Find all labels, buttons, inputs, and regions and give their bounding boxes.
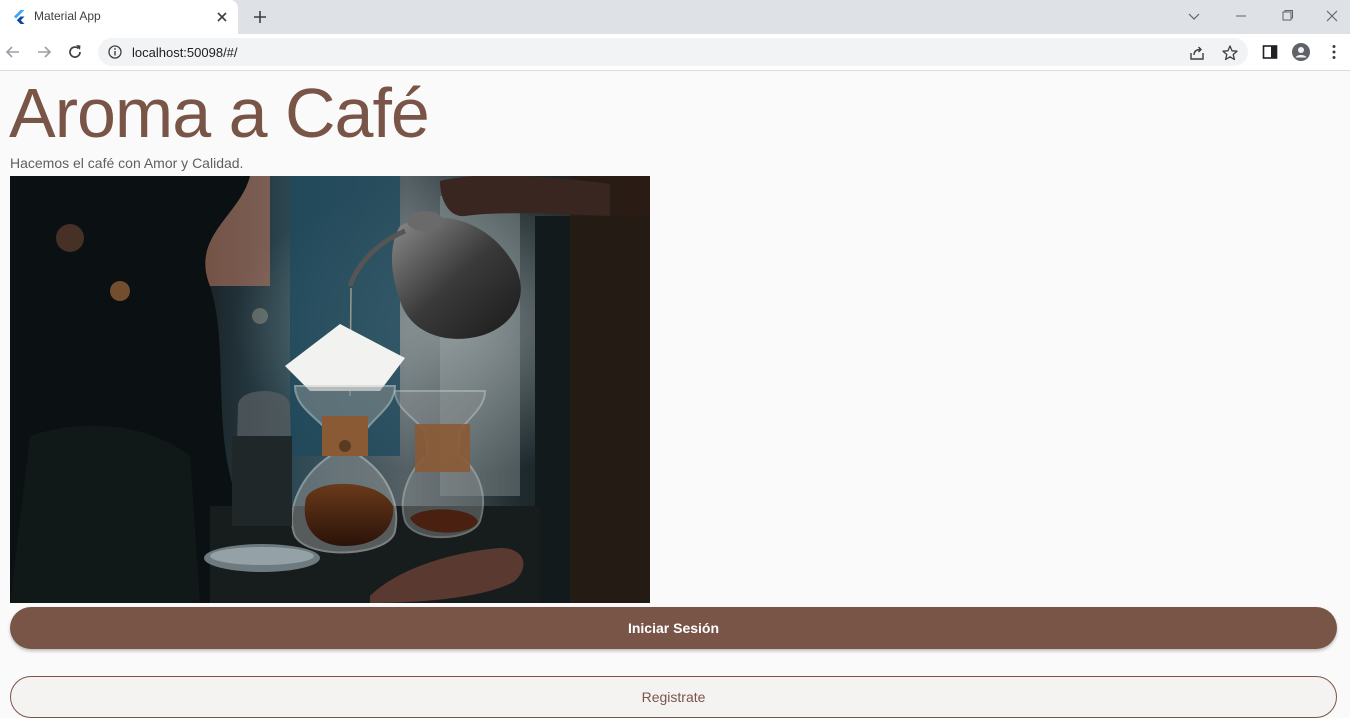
- tab-title: Material App: [34, 9, 101, 23]
- address-bar[interactable]: localhost:50098/#/: [98, 38, 1248, 66]
- kebab-menu-icon[interactable]: [1325, 43, 1343, 61]
- tab-strip: Material App: [0, 0, 1350, 34]
- browser-tab[interactable]: Material App: [0, 0, 238, 34]
- close-icon[interactable]: [213, 8, 231, 26]
- browser-toolbar: localhost:50098/#/: [0, 34, 1350, 71]
- app-title: Aroma a Café: [9, 74, 430, 152]
- hero-illustration: [10, 176, 650, 603]
- tab-search-icon[interactable]: [1183, 6, 1205, 26]
- flutter-icon: [14, 10, 25, 24]
- forward-arrow-icon[interactable]: [34, 42, 54, 62]
- new-tab-icon[interactable]: [250, 7, 270, 27]
- info-icon[interactable]: [108, 45, 122, 59]
- share-icon[interactable]: [1188, 44, 1206, 62]
- restore-icon[interactable]: [1276, 6, 1298, 26]
- side-panel-icon[interactable]: [1261, 43, 1279, 61]
- login-button[interactable]: Iniciar Sesión: [10, 607, 1337, 649]
- back-arrow-icon[interactable]: [3, 42, 23, 62]
- url-text[interactable]: localhost:50098/#/: [132, 45, 238, 60]
- profile-icon[interactable]: [1292, 43, 1310, 61]
- register-button[interactable]: Registrate: [10, 676, 1337, 718]
- reload-icon[interactable]: [65, 42, 85, 62]
- app-subtitle: Hacemos el café con Amor y Calidad.: [10, 155, 244, 171]
- star-icon[interactable]: [1221, 44, 1239, 62]
- close-window-icon[interactable]: [1321, 6, 1343, 26]
- minimize-icon[interactable]: [1230, 6, 1252, 26]
- coffee-pour-over-photo: [10, 176, 650, 603]
